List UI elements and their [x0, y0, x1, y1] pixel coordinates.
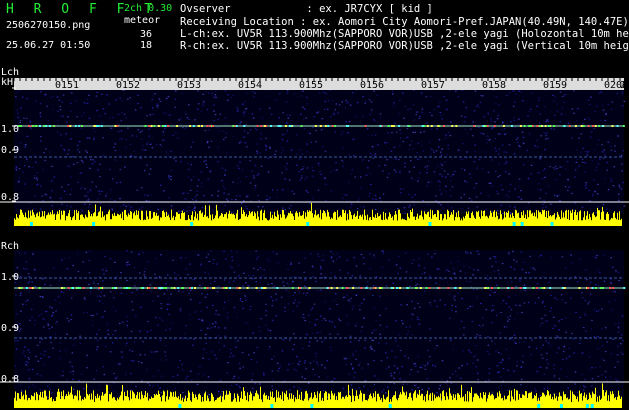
- count-r-label: 18: [140, 40, 153, 51]
- time-tick-label: 0156: [360, 80, 384, 91]
- time-tick-label: 0157: [421, 80, 445, 91]
- mode-label: meteor: [124, 15, 161, 26]
- lch-freq-label: 0.9: [1, 145, 19, 156]
- lch-info-label: L-ch:ex. UV5R 113.900Mhz(SAPPORO VOR)USB…: [180, 28, 629, 40]
- lch-freq-label: 0.8: [1, 192, 19, 203]
- datetime-label: 25.06.27 01:50: [6, 40, 91, 51]
- location-label: Receiving Location : ex. Aomori City Aom…: [180, 16, 629, 28]
- time-tick-label: 0159: [543, 80, 567, 91]
- version-label: 2ch 0.30: [124, 3, 173, 14]
- time-tick-label: 0152: [116, 80, 140, 91]
- lch-spectrogram: Lch kHz 0151 0152 0153 0154 0155 0156 0157 0158…: [0, 67, 629, 226]
- time-tick-label: 0158: [482, 80, 506, 91]
- lch-freq-label: 1.0: [1, 124, 19, 135]
- rch-waterfall: [0, 250, 629, 402]
- rch-freq-label: 0.9: [1, 323, 19, 334]
- lch-time-axis: 0151 0152 0153 0154 0155 0156 0157 0158 0159 0200…: [13, 78, 628, 91]
- rch-freq-label: 0.8: [1, 374, 19, 385]
- lch-waterfall: [0, 78, 629, 215]
- rch-info-label: R-ch:ex. UV5R 113.900Mhz(SAPPORO VOR)USB…: [180, 40, 629, 52]
- time-tick-label: 0154: [238, 80, 262, 91]
- time-tick-label: 0151: [55, 80, 79, 91]
- time-tick-end: 2: [620, 80, 626, 91]
- filename-label: 2506270150.png: [6, 20, 91, 31]
- time-tick-label: 0153: [177, 80, 201, 91]
- observer-label: Ovserver : ex. JR7CYX [ kid ]: [180, 3, 433, 15]
- count-l-label: 36: [140, 29, 153, 40]
- time-tick-label: 0155: [299, 80, 323, 91]
- rch-freq-label: 1.0: [1, 272, 19, 283]
- rch-spectrogram: Rch 1.00.90.8: [0, 241, 629, 408]
